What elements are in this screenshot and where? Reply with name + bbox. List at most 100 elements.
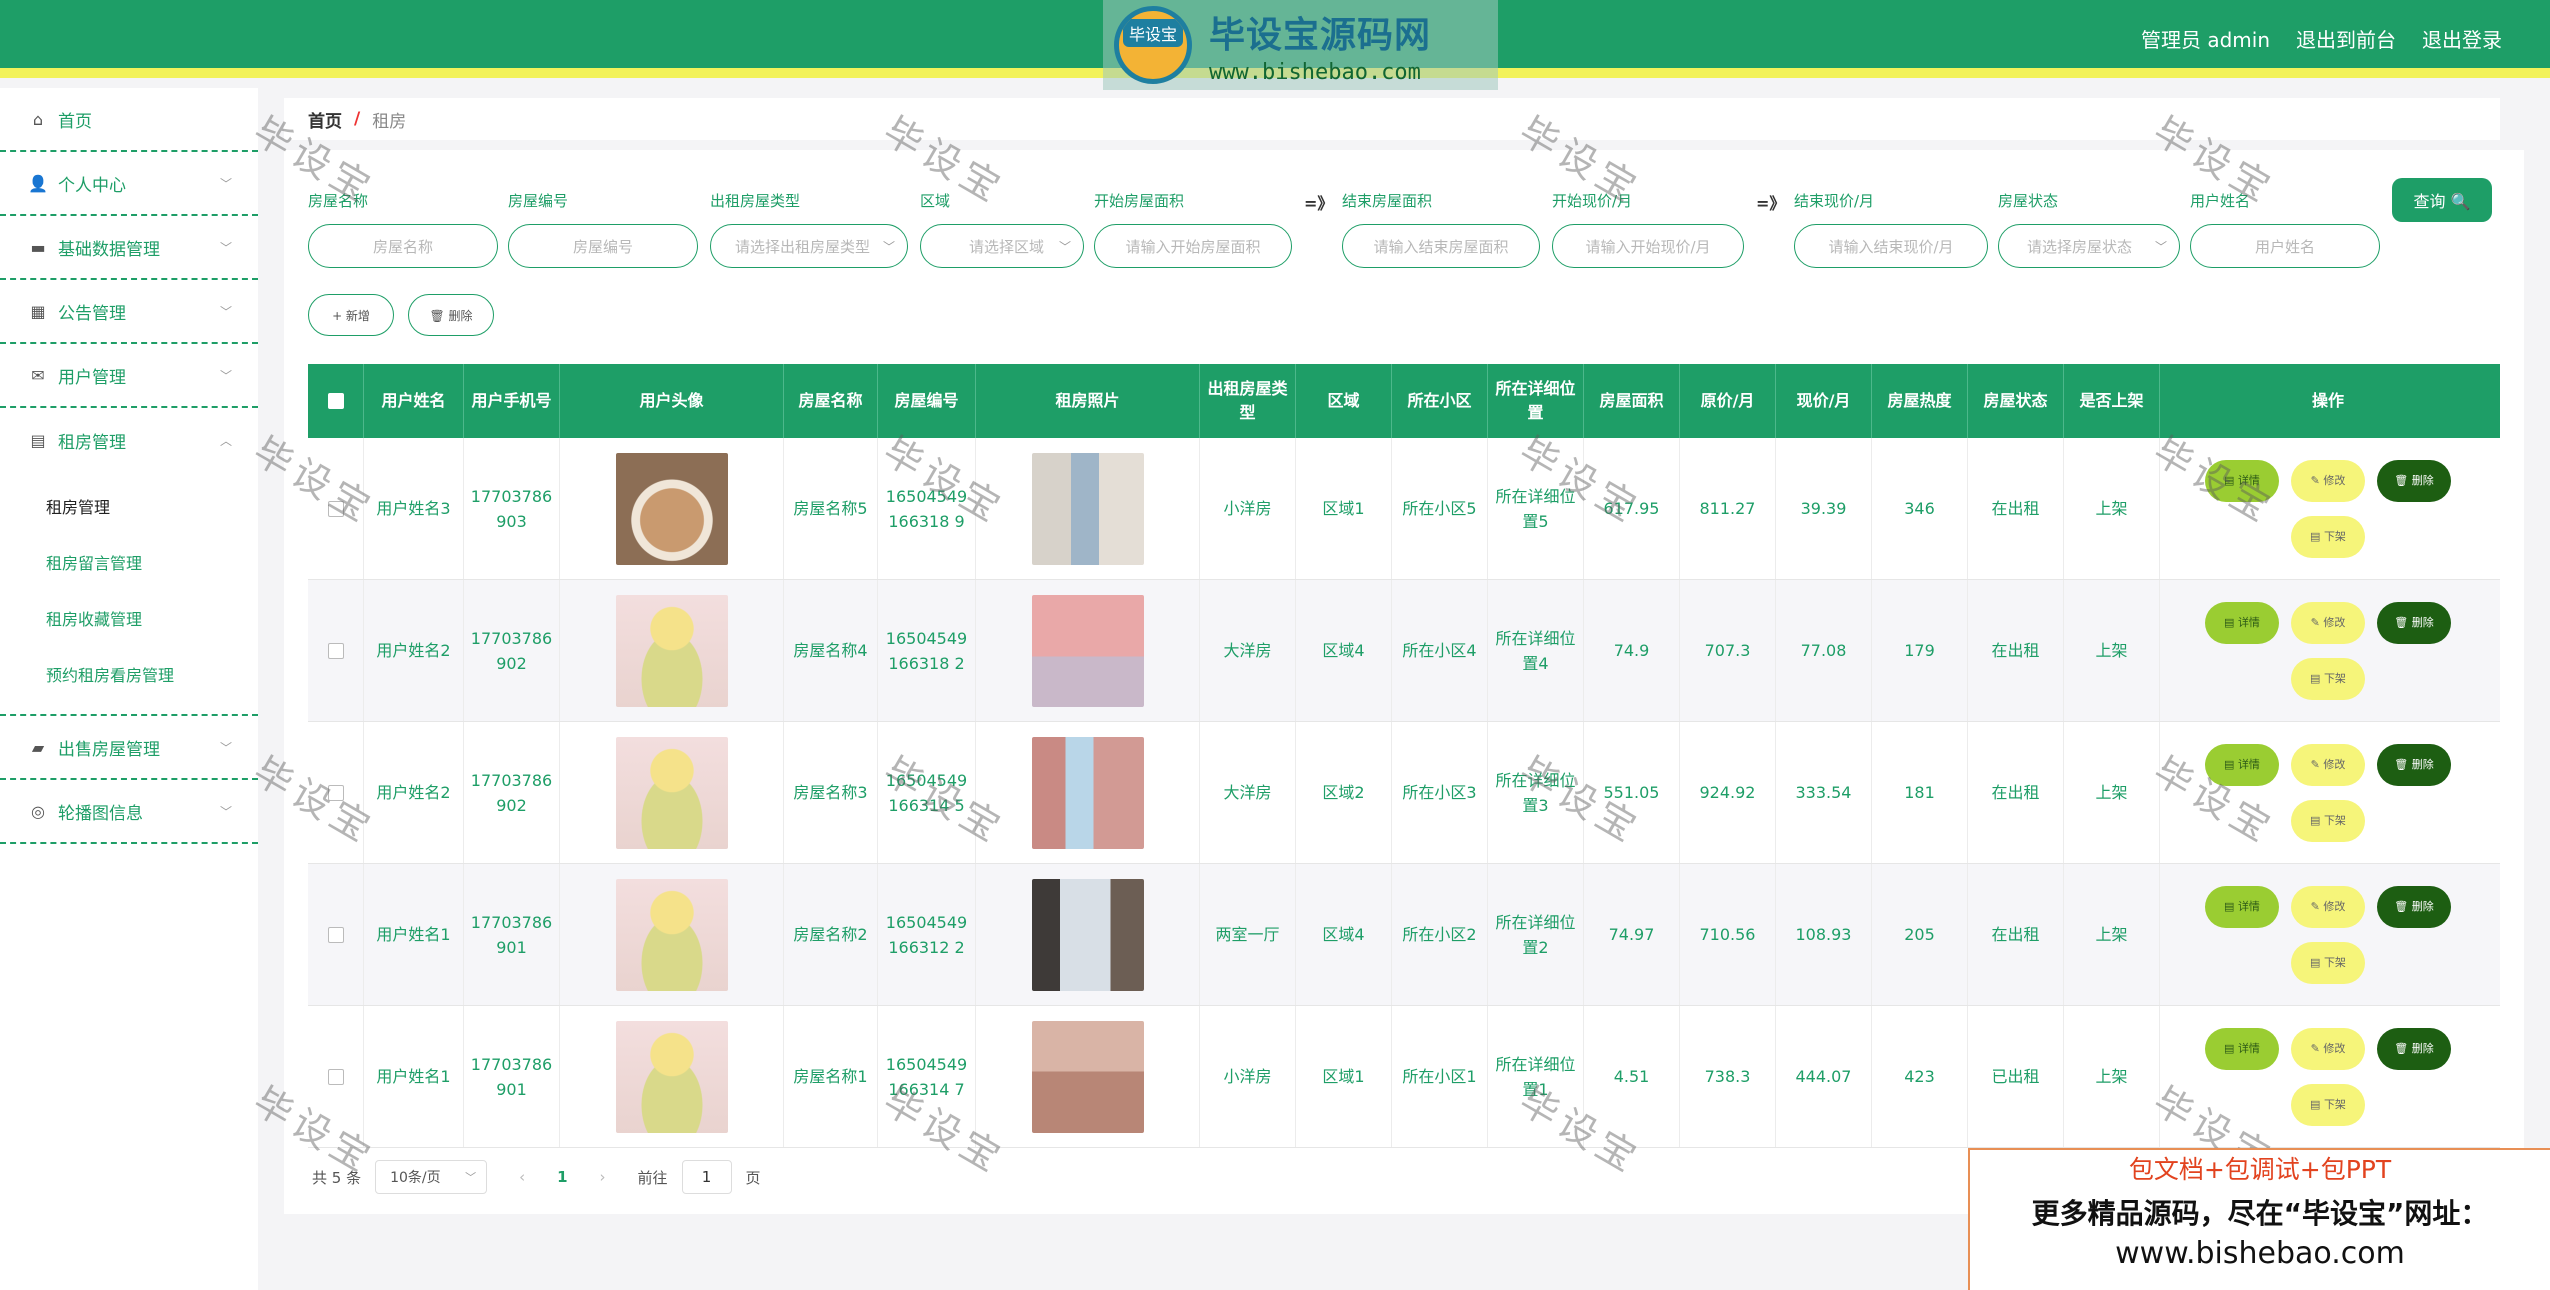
size-start-input[interactable]: 请输入开始房屋面积 <box>1094 224 1292 268</box>
cell-phone: 17703786901 <box>464 1006 560 1147</box>
house-photo[interactable] <box>1031 878 1144 991</box>
exit-to-front-link[interactable]: 退出到前台 <box>2296 24 2396 53</box>
cell-phone: 17703786903 <box>464 438 560 579</box>
page-jump-input[interactable]: 1 <box>681 1160 732 1194</box>
row-checkbox-cell[interactable] <box>308 864 364 1005</box>
detail-button[interactable]: ▤ 详情 <box>2205 885 2279 928</box>
select-all-checkbox[interactable] <box>327 393 344 409</box>
avatar[interactable] <box>615 594 728 707</box>
edit-button[interactable]: ✎ 修改 <box>2291 885 2365 928</box>
detail-button[interactable]: ▤ 详情 <box>2205 743 2279 786</box>
filter-label-username: 用户姓名 <box>2190 192 2251 210</box>
avatar[interactable] <box>615 452 728 565</box>
sidebar-item-basic[interactable]: ▬ 基础数据管理 ﹀ <box>0 216 258 280</box>
table-row: 用户姓名1 17703786901 房屋名称2 16504549166312 2 两室一… <box>308 864 2500 1006</box>
filter-label-rent-type: 出租房屋类型 <box>710 192 801 210</box>
edit-button[interactable]: ✎ 修改 <box>2291 743 2365 786</box>
house-photo[interactable] <box>1031 594 1144 707</box>
submenu-rent-favorite[interactable]: 租房收藏管理 <box>0 590 258 646</box>
column-header: 房屋编号 <box>878 364 976 438</box>
batch-delete-button[interactable]: 🗑 删除 <box>408 294 494 336</box>
page-number-current[interactable]: 1 <box>557 1168 567 1186</box>
edit-button[interactable]: ✎ 修改 <box>2291 1027 2365 1070</box>
cell-user: 用户姓名2 <box>364 722 464 863</box>
delete-button[interactable]: 🗑 删除 <box>2377 1027 2451 1070</box>
cell-addr: 所在详细位置3 <box>1488 722 1584 863</box>
edit-label: 修改 <box>2323 474 2346 487</box>
rent-submenu: 租房管理 租房留言管理 租房收藏管理 预约租房看房管理 <box>0 472 258 716</box>
house-photo[interactable] <box>1031 452 1144 565</box>
cell-status: 在出租 <box>1968 722 2064 863</box>
photo-cell <box>976 722 1200 863</box>
detail-button[interactable]: ▤ 详情 <box>2205 601 2279 644</box>
row-checkbox-cell[interactable] <box>308 438 364 579</box>
delete-button[interactable]: 🗑 删除 <box>2377 885 2451 928</box>
user-icon: 👤 <box>28 173 48 193</box>
house-photo[interactable] <box>1031 1020 1144 1133</box>
sidebar-item-carousel[interactable]: ◎ 轮播图信息 ﹀ <box>0 780 258 844</box>
row-checkbox[interactable] <box>327 1068 344 1085</box>
add-button[interactable]: + 新增 <box>308 294 394 336</box>
logo-name: 毕设宝源码网 <box>1209 14 1432 56</box>
avatar[interactable] <box>615 878 728 991</box>
page-size-select[interactable]: 10条/页 ﹀ <box>375 1160 488 1194</box>
sidebar-item-users[interactable]: ✉ 用户管理 ﹀ <box>0 344 258 408</box>
offshelf-button[interactable]: ▤ 下架 <box>2291 515 2365 558</box>
chevron-down-icon: ﹀ <box>219 240 232 255</box>
sidebar-item-rent[interactable]: ▤ 租房管理 ︿ <box>0 408 258 472</box>
cell-community: 所在小区2 <box>1392 864 1488 1005</box>
row-checkbox-cell[interactable] <box>308 722 364 863</box>
sidebar-item-sale[interactable]: ▰ 出售房屋管理 ﹀ <box>0 716 258 780</box>
avatar[interactable] <box>615 1020 728 1133</box>
house-photo[interactable] <box>1031 736 1144 849</box>
logout-link[interactable]: 退出登录 <box>2422 24 2502 53</box>
detail-button[interactable]: ▤ 详情 <box>2205 459 2279 502</box>
select-all-checkbox-cell[interactable] <box>308 364 364 438</box>
status-select[interactable]: 请选择房屋状态 ﹀ <box>1998 224 2180 268</box>
house-name-input[interactable]: 房屋名称 <box>308 224 498 268</box>
username-input[interactable]: 用户姓名 <box>2190 224 2380 268</box>
next-page-button[interactable]: › <box>600 1168 606 1186</box>
delete-button[interactable]: 🗑 删除 <box>2377 743 2451 786</box>
chevron-down-icon: ﹀ <box>219 304 232 319</box>
prev-page-button[interactable]: ‹ <box>519 1168 525 1186</box>
detail-button[interactable]: ▤ 详情 <box>2205 1027 2279 1070</box>
price-start-input[interactable]: 请输入开始现价/月 <box>1552 224 1744 268</box>
row-checkbox[interactable] <box>327 784 344 801</box>
promo-banner: 包文档+包调试+包PPT 更多精品源码，尽在“毕设宝”网址： www.bishe… <box>1968 1148 2550 1290</box>
offshelf-button[interactable]: ▤ 下架 <box>2291 799 2365 842</box>
rent-type-select[interactable]: 请选择出租房屋类型 ﹀ <box>710 224 908 268</box>
placeholder: 请输入结束现价/月 <box>1828 237 1954 256</box>
row-checkbox-cell[interactable] <box>308 580 364 721</box>
search-button[interactable]: 查询 🔍 <box>2392 178 2492 222</box>
sidebar-item-notice[interactable]: ▦ 公告管理 ﹀ <box>0 280 258 344</box>
row-checkbox[interactable] <box>327 500 344 517</box>
submenu-rent-message[interactable]: 租房留言管理 <box>0 534 258 590</box>
row-checkbox-cell[interactable] <box>308 1006 364 1147</box>
table-row: 用户姓名2 17703786902 房屋名称3 16504549166314 5 大洋房… <box>308 722 2500 864</box>
delete-button[interactable]: 🗑 删除 <box>2377 459 2451 502</box>
submenu-rent-appointment[interactable]: 预约租房看房管理 <box>0 646 258 702</box>
price-end-input[interactable]: 请输入结束现价/月 <box>1794 224 1988 268</box>
edit-button[interactable]: ✎ 修改 <box>2291 601 2365 644</box>
cell-phone: 17703786902 <box>464 722 560 863</box>
cell-phone: 17703786902 <box>464 580 560 721</box>
breadcrumb-home[interactable]: 首页 <box>308 107 342 132</box>
sidebar-item-home[interactable]: ⌂ 首页 <box>0 88 258 152</box>
cell-orig: 924.92 <box>1680 722 1776 863</box>
offshelf-button[interactable]: ▤ 下架 <box>2291 941 2365 984</box>
offshelf-button[interactable]: ▤ 下架 <box>2291 1083 2365 1126</box>
size-end-input[interactable]: 请输入结束房屋面积 <box>1342 224 1540 268</box>
submenu-rent-manage[interactable]: 租房管理 <box>0 478 258 534</box>
offshelf-button[interactable]: ▤ 下架 <box>2291 657 2365 700</box>
sidebar-item-label: 首页 <box>58 111 92 132</box>
edit-button[interactable]: ✎ 修改 <box>2291 459 2365 502</box>
avatar[interactable] <box>615 736 728 849</box>
sidebar-item-personal[interactable]: 👤 个人中心 ﹀ <box>0 152 258 216</box>
area-select[interactable]: 请选择区域 ﹀ <box>920 224 1084 268</box>
house-no-input[interactable]: 房屋编号 <box>508 224 698 268</box>
row-checkbox[interactable] <box>327 926 344 943</box>
delete-button[interactable]: 🗑 删除 <box>2377 601 2451 644</box>
logo-badge-text: 毕设宝 <box>1122 19 1183 47</box>
row-checkbox[interactable] <box>327 642 344 659</box>
